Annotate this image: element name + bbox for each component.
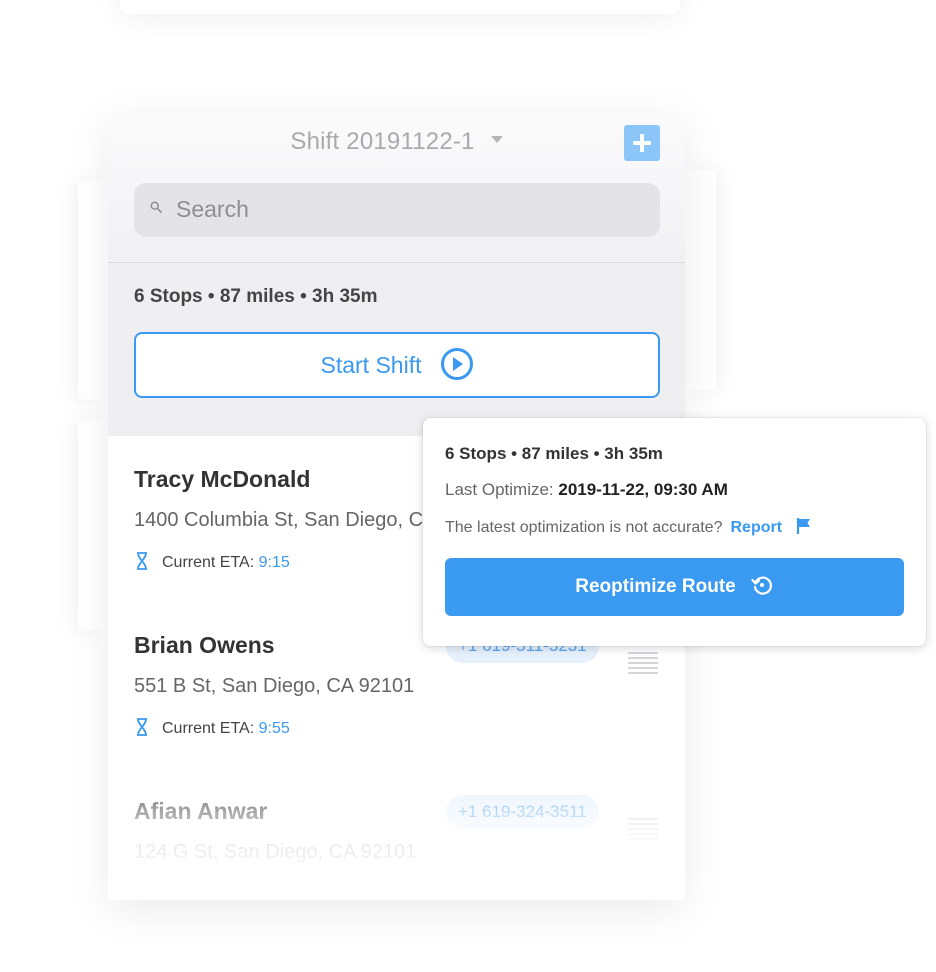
accuracy-question: The latest optimization is not accurate? (445, 519, 723, 536)
last-optimize-label: Last Optimize: (445, 480, 554, 499)
stop-address: 124 G St, San Diego, CA 92101 (134, 841, 417, 863)
shift-title: Shift 20191122-1 (290, 128, 475, 155)
report-link[interactable]: Report (730, 519, 782, 536)
hourglass-icon (137, 718, 147, 736)
hourglass-icon (137, 552, 147, 570)
start-shift-button[interactable]: Start Shift (134, 332, 660, 398)
optimization-popover: 6 Stops • 87 miles • 3h 35m Last Optimiz… (423, 418, 926, 646)
background-card-right (684, 170, 716, 390)
header: Shift 20191122-1 Search (108, 112, 685, 263)
refresh-icon (751, 576, 772, 595)
stop-name: Afian Anwar (134, 798, 268, 824)
eta-label: Current ETA: (162, 720, 255, 738)
chevron-down-icon (490, 136, 503, 144)
drag-handle-icon[interactable] (628, 818, 658, 840)
search-input[interactable]: Search (134, 183, 660, 237)
phone-number-pill[interactable]: +1 619-324-3511 (446, 795, 599, 829)
stop-name: Tracy McDonald (134, 466, 311, 492)
eta-value: 9:55 (258, 720, 290, 738)
report-row: The latest optimization is not accurate?… (445, 514, 812, 537)
last-optimize-value: 2019-11-22, 09:30 AM (558, 480, 728, 499)
stop-address: 1400 Columbia St, San Diego, C (134, 509, 424, 531)
flag-icon[interactable] (796, 517, 812, 535)
eta-row: Current ETA: 9:55 (136, 718, 290, 738)
eta-value: 9:15 (258, 554, 290, 572)
popover-route-stats: 6 Stops • 87 miles • 3h 35m (445, 444, 663, 463)
stop-address: 551 B St, San Diego, CA 92101 (134, 675, 415, 697)
background-card-left (78, 180, 108, 400)
add-stop-button[interactable] (624, 125, 660, 161)
start-shift-label: Start Shift (320, 352, 422, 378)
eta-label: Current ETA: (162, 554, 255, 572)
last-optimize-row: Last Optimize: 2019-11-22, 09:30 AM (445, 480, 728, 500)
eta-row: Current ETA: 9:15 (136, 552, 290, 572)
route-summary: 6 Stops • 87 miles • 3h 35m Start Shift (108, 263, 685, 436)
reoptimize-route-button[interactable]: Reoptimize Route (445, 558, 904, 616)
stop-name: Brian Owens (134, 632, 275, 658)
search-placeholder: Search (176, 196, 249, 222)
background-card-top (120, 0, 680, 14)
reoptimize-label: Reoptimize Route (575, 576, 736, 597)
background-card-left-lower (78, 420, 108, 630)
search-icon (150, 201, 162, 213)
shift-selector[interactable]: Shift 20191122-1 (108, 128, 685, 156)
drag-handle-icon[interactable] (628, 652, 658, 674)
route-stats: 6 Stops • 87 miles • 3h 35m (134, 286, 378, 307)
play-circle-icon (441, 347, 474, 380)
list-item[interactable]: +1 619-324-3511 Afian Anwar 124 G St, Sa… (108, 768, 685, 900)
